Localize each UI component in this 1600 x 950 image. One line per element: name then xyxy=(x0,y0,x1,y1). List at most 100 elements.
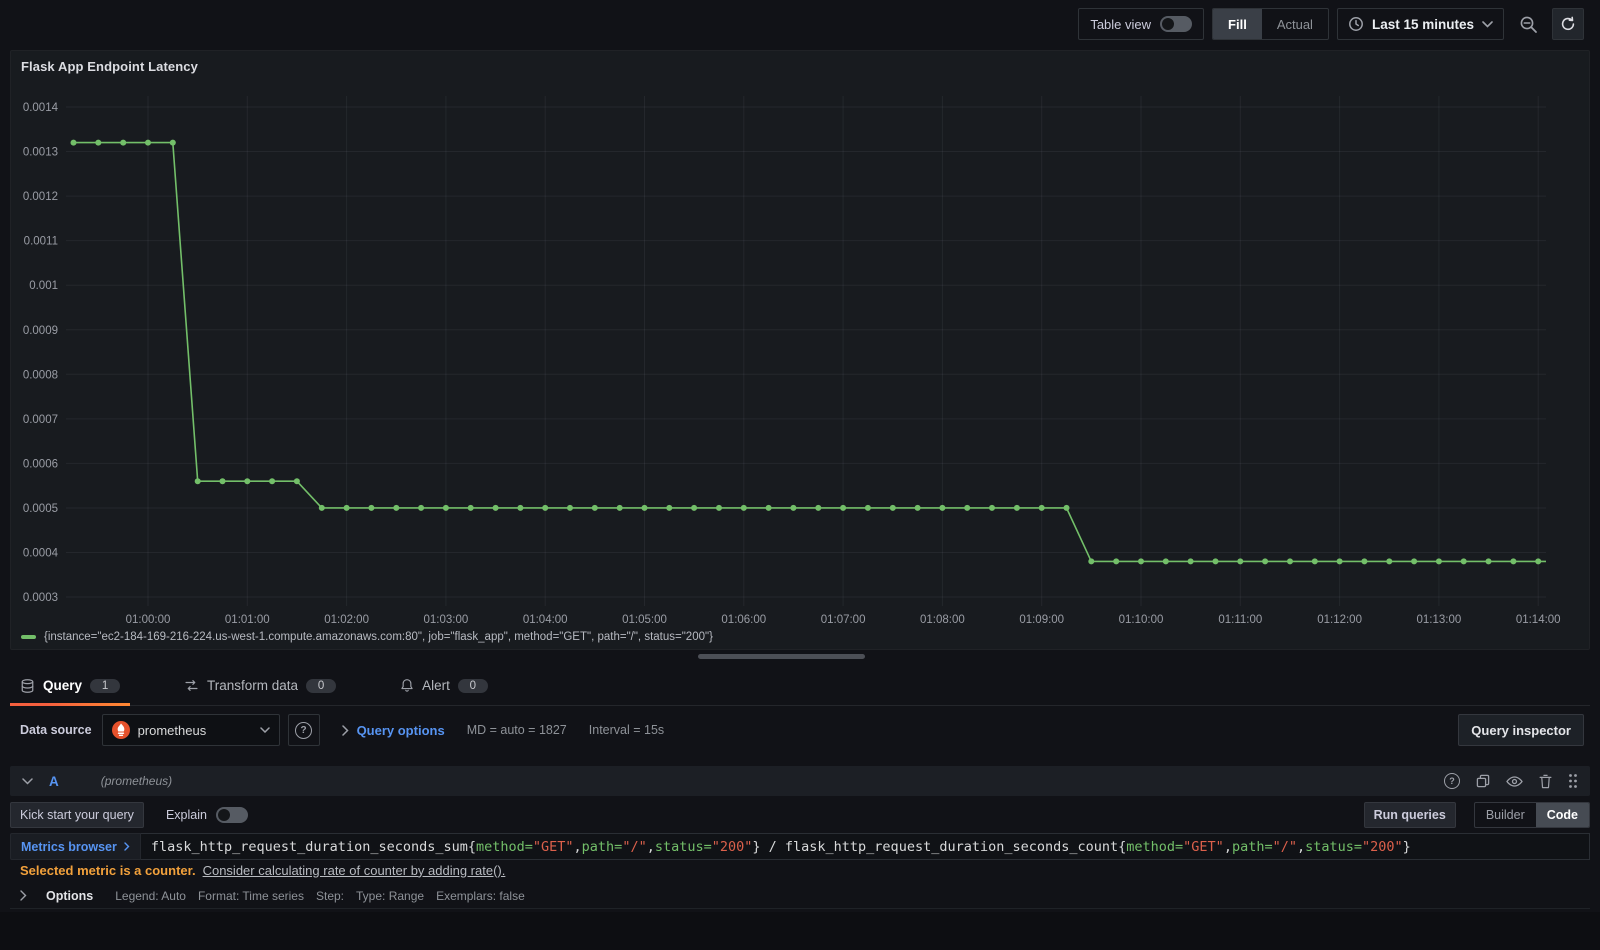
series-point[interactable] xyxy=(964,504,971,511)
series-point[interactable] xyxy=(1361,558,1368,565)
latency-chart[interactable]: 01:00:00 01:01:00 01:02:00 01:03:00 01:04:00… xyxy=(11,51,1589,649)
chevron-down-icon xyxy=(259,727,270,733)
series-point[interactable] xyxy=(1088,558,1095,565)
time-range-picker[interactable]: Last 15 minutes xyxy=(1336,8,1504,40)
toggle-visibility-icon[interactable] xyxy=(1506,775,1523,787)
series-point[interactable] xyxy=(815,504,822,511)
series-point[interactable] xyxy=(418,504,425,511)
series-point[interactable] xyxy=(244,478,251,485)
refresh-button[interactable] xyxy=(1552,8,1584,40)
chart-legend[interactable]: {instance="ec2-184-169-216-224.us-west-1… xyxy=(21,629,713,645)
series-point[interactable] xyxy=(1013,504,1020,511)
fill-button[interactable]: Fill xyxy=(1213,9,1262,39)
series-point[interactable] xyxy=(1038,504,1045,511)
series-point[interactable] xyxy=(889,504,896,511)
datasource-help-button[interactable]: ? xyxy=(287,714,320,746)
series-point[interactable] xyxy=(1063,504,1070,511)
datasource-picker[interactable]: prometheus xyxy=(101,714,280,746)
tab-query[interactable]: Query 1 xyxy=(10,666,131,706)
table-view-toggle[interactable] xyxy=(1160,16,1193,32)
series-point[interactable] xyxy=(1287,558,1293,565)
series-point[interactable] xyxy=(1262,558,1269,565)
tab-transform-badge: 0 xyxy=(306,678,337,693)
series-point[interactable] xyxy=(1510,558,1517,565)
series-point[interactable] xyxy=(145,139,151,146)
zoom-out-icon xyxy=(1519,15,1538,34)
series-point[interactable] xyxy=(740,504,747,511)
series-point[interactable] xyxy=(1212,558,1219,565)
code-mode-button[interactable]: Code xyxy=(1535,803,1589,827)
series-point[interactable] xyxy=(169,139,176,146)
series-point[interactable] xyxy=(840,504,847,511)
series-point[interactable] xyxy=(492,504,499,511)
series-point[interactable] xyxy=(914,504,921,511)
series-point[interactable] xyxy=(1435,558,1442,565)
series-point[interactable] xyxy=(691,504,698,511)
series-point[interactable] xyxy=(442,504,449,511)
series-point[interactable] xyxy=(1311,558,1318,565)
series-point[interactable] xyxy=(1113,558,1120,565)
series-point[interactable] xyxy=(591,504,598,511)
drag-handle-icon[interactable] xyxy=(1568,773,1578,789)
series-point[interactable] xyxy=(194,478,201,485)
series-point[interactable] xyxy=(765,504,772,511)
series-point[interactable] xyxy=(989,504,995,511)
warning-rate-hint-link[interactable]: Consider calculating rate of counter by … xyxy=(203,863,506,878)
zoom-out-button[interactable] xyxy=(1512,8,1544,40)
series-point[interactable] xyxy=(1336,558,1343,565)
series-point[interactable] xyxy=(1237,558,1244,565)
builder-mode-button[interactable]: Builder xyxy=(1475,803,1536,827)
series-point[interactable] xyxy=(293,478,300,485)
series-point[interactable] xyxy=(1386,558,1393,565)
series-point[interactable] xyxy=(368,504,375,511)
series-point[interactable] xyxy=(864,504,871,511)
series-point[interactable] xyxy=(1411,558,1418,565)
series-point[interactable] xyxy=(1485,558,1492,565)
series-point[interactable] xyxy=(219,478,226,485)
promql-code-editor[interactable]: flask_http_request_duration_seconds_sum{… xyxy=(140,833,1590,860)
series-point[interactable] xyxy=(616,504,623,511)
series-point[interactable] xyxy=(1460,558,1467,565)
series-point[interactable] xyxy=(1535,558,1542,565)
pane-resize-handle[interactable] xyxy=(698,654,865,659)
delete-query-icon[interactable] xyxy=(1539,774,1552,789)
query-help-icon[interactable]: ? xyxy=(1444,773,1460,789)
query-inspector-button[interactable]: Query inspector xyxy=(1458,714,1584,746)
series-point[interactable] xyxy=(318,504,325,511)
series-point[interactable] xyxy=(343,504,350,511)
query-options-row[interactable]: Options Legend: Auto Format: Time series S… xyxy=(10,883,1590,909)
run-queries-button[interactable]: Run queries xyxy=(1363,802,1456,828)
series-point[interactable] xyxy=(517,504,524,511)
series-point[interactable] xyxy=(120,139,127,146)
series-point[interactable] xyxy=(1138,558,1144,565)
series-point[interactable] xyxy=(95,139,102,146)
series-point[interactable] xyxy=(542,504,549,511)
series-point[interactable] xyxy=(790,504,797,511)
series-point[interactable] xyxy=(666,504,673,511)
series-point[interactable] xyxy=(641,504,648,511)
series-point[interactable] xyxy=(1187,558,1194,565)
metrics-browser-button[interactable]: Metrics browser xyxy=(10,833,141,860)
series-point[interactable] xyxy=(70,139,77,146)
series-point[interactable] xyxy=(567,504,573,511)
series-point[interactable] xyxy=(1162,558,1169,565)
chevron-down-icon xyxy=(1482,20,1493,28)
series-point[interactable] xyxy=(467,504,474,511)
query-options-toggle[interactable]: Query options xyxy=(357,723,445,738)
tab-transform-data[interactable]: Transform data 0 xyxy=(174,666,346,705)
tab-alert[interactable]: Alert 0 xyxy=(390,666,498,705)
query-ref-id[interactable]: A xyxy=(49,774,59,789)
series-point[interactable] xyxy=(939,504,946,511)
series-point[interactable] xyxy=(269,478,276,485)
chevron-down-icon[interactable] xyxy=(22,777,33,785)
kick-start-query-button[interactable]: Kick start your query xyxy=(10,802,144,828)
tab-alert-badge: 0 xyxy=(457,678,488,693)
query-row-header[interactable]: A (prometheus) ? xyxy=(10,766,1590,796)
explain-toggle[interactable] xyxy=(215,807,248,823)
duplicate-query-icon[interactable] xyxy=(1476,774,1490,788)
x-tick-label: 01:00:00 xyxy=(126,614,171,626)
series-point[interactable] xyxy=(393,504,400,511)
series-point[interactable] xyxy=(716,504,722,511)
y-tick-label: 0.0003 xyxy=(23,592,58,604)
actual-button[interactable]: Actual xyxy=(1262,9,1328,39)
